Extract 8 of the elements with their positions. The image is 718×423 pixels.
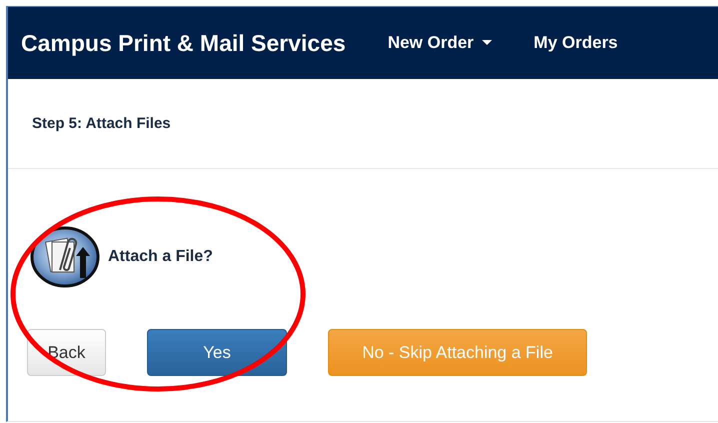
yes-button[interactable]: Yes bbox=[147, 329, 287, 376]
caret-icon bbox=[482, 40, 492, 46]
step-heading: Step 5: Attach Files bbox=[32, 115, 171, 132]
nav-link[interactable]: My Orders bbox=[534, 33, 618, 53]
paperclip-upload-icon bbox=[30, 226, 100, 288]
prompt-text: Attach a File? bbox=[108, 248, 213, 266]
site-title[interactable]: Campus Print & Mail Services bbox=[21, 30, 346, 56]
nav-dropdown[interactable]: New Order bbox=[388, 33, 492, 53]
